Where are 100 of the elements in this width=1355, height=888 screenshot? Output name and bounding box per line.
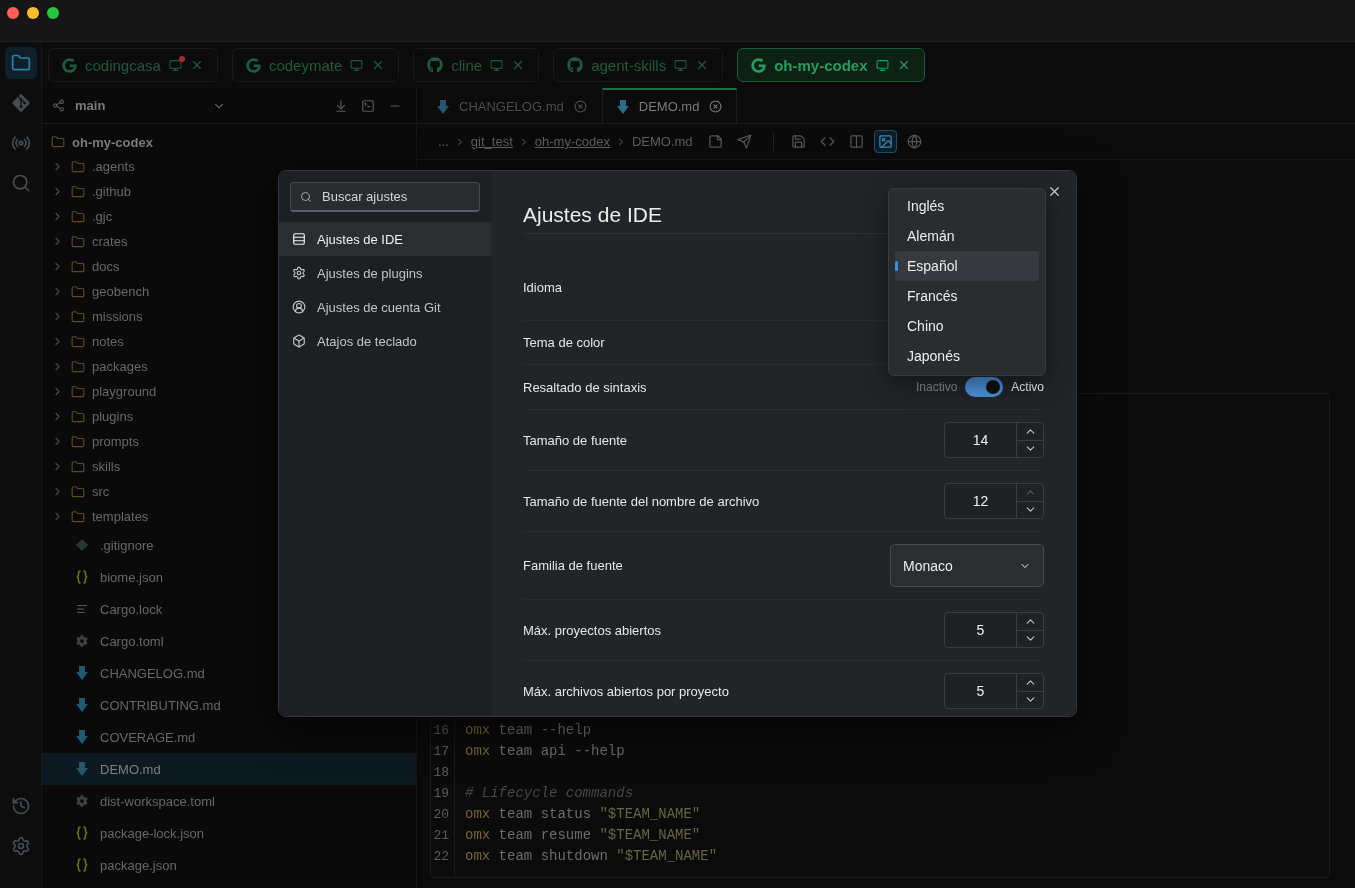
tree-item[interactable]: CHANGELOG.md [42, 657, 416, 689]
diamond-icon [76, 539, 88, 551]
code-line: # Lifecycle commands [465, 784, 635, 803]
breadcrumb-item: ... [438, 134, 449, 149]
preview-button[interactable] [873, 130, 897, 153]
tree-item[interactable]: prompts [42, 429, 416, 454]
settings-nav-item[interactable]: Ajustes de IDE [279, 222, 491, 256]
search-field[interactable]: Buscar ajustes [290, 182, 480, 212]
number-input[interactable]: 5 [945, 674, 1016, 708]
breadcrumb-link[interactable]: oh-my-codex [534, 134, 610, 149]
menu-item[interactable]: Español [895, 251, 1039, 281]
monitor-icon [168, 58, 182, 72]
cube-icon [292, 334, 306, 348]
setting-label: Tamaño de fuente [523, 432, 628, 448]
tree-item[interactable]: Cargo.toml [42, 625, 416, 657]
down-arrow-icon [76, 730, 88, 744]
minimize-window-button[interactable] [27, 7, 39, 19]
send-icon [736, 134, 752, 149]
close-tab-button[interactable] [573, 100, 587, 113]
folder-icon [71, 309, 85, 324]
octocat-icon [427, 57, 444, 73]
g-logo-icon [245, 57, 261, 73]
tree-item[interactable]: COVERAGE.md [42, 721, 416, 753]
setting-label: Máx. archivos abiertos por proyecto [523, 683, 729, 699]
editor-tab[interactable]: DEMO.md [601, 88, 738, 123]
menu-item[interactable]: Chino [895, 311, 1039, 341]
project-tab[interactable]: oh-my-codex [737, 48, 925, 82]
code-line: omx team status "$TEAM_NAME" [465, 805, 702, 824]
globe-icon [906, 134, 922, 149]
breadcrumb-link[interactable]: git_test [470, 134, 513, 149]
code-icon [819, 134, 835, 149]
download-icon[interactable] [334, 98, 348, 113]
line-number: 21 [433, 827, 449, 845]
tree-item[interactable]: Cargo.lock [42, 593, 416, 625]
close-window-button[interactable] [7, 7, 19, 19]
line-number: 19 [433, 785, 449, 803]
tree-item[interactable]: playground [42, 379, 416, 404]
terminal-icon[interactable] [361, 98, 375, 113]
folder-icon [10, 53, 31, 73]
editor-tab[interactable]: CHANGELOG.md [422, 88, 602, 123]
toggle-on-label: Activo [1011, 380, 1044, 394]
project-tab[interactable]: cline [413, 48, 540, 82]
monitor-icon [350, 58, 364, 72]
close-tab-button[interactable] [709, 100, 723, 113]
code-line: omx team resume "$TEAM_NAME" [465, 826, 702, 845]
font-family-select[interactable]: Monaco [890, 544, 1044, 587]
search-icon [10, 173, 31, 193]
project-tab[interactable]: codeymate [231, 48, 400, 82]
tree-item[interactable]: package.json [42, 849, 416, 881]
tree-item[interactable]: skills [42, 454, 416, 479]
syntax-toggle[interactable] [965, 377, 1004, 397]
settings-icon [10, 836, 31, 856]
folder-icon [71, 384, 85, 399]
menu-item[interactable]: Inglés [895, 191, 1039, 221]
tree-item[interactable]: oh-my-codex [42, 130, 416, 154]
down-arrow-icon [616, 99, 629, 114]
line-number: 17 [433, 743, 449, 761]
tree-item[interactable]: CONTRIBUTING.md [42, 689, 416, 721]
breadcrumb-item: DEMO.md [631, 134, 693, 149]
tree-item[interactable]: biome.json [42, 561, 416, 593]
line-number: 18 [433, 764, 449, 782]
explorer-button[interactable] [4, 47, 37, 79]
columns-icon [848, 134, 864, 149]
branch-icon [52, 99, 65, 112]
number-stepper[interactable]: 12 [944, 483, 1044, 519]
tree-item[interactable]: plugins [42, 404, 416, 429]
branch-select[interactable]: main [52, 98, 226, 113]
menu-item[interactable]: Francés [895, 281, 1039, 311]
number-input[interactable]: 12 [945, 484, 1016, 518]
user-circle-icon [292, 300, 306, 314]
number-stepper[interactable]: 5 [944, 612, 1044, 648]
menu-item[interactable]: Japonés [895, 341, 1039, 371]
tree-item[interactable]: src [42, 479, 416, 504]
number-input[interactable]: 5 [945, 613, 1016, 647]
zoom-window-button[interactable] [47, 7, 59, 19]
tree-item[interactable]: .agents [42, 154, 416, 179]
number-input[interactable]: 14 [945, 423, 1016, 457]
tree-item[interactable]: dist-workspace.toml [42, 785, 416, 817]
monitor-icon [490, 58, 504, 72]
folder-icon [71, 484, 85, 499]
number-stepper[interactable]: 14 [944, 422, 1044, 458]
tree-item[interactable]: templates [42, 504, 416, 529]
project-tab[interactable]: agent-skills [553, 48, 724, 82]
monitor-icon [875, 58, 889, 72]
close-button[interactable] [1047, 184, 1062, 199]
number-stepper[interactable]: 5 [944, 673, 1044, 709]
folder-icon [71, 509, 85, 524]
list-icon [292, 232, 306, 246]
lines-icon [76, 603, 88, 615]
folder-icon [71, 184, 85, 199]
menu-item[interactable]: Alemán [895, 221, 1039, 251]
folder-icon [71, 234, 85, 249]
tree-item[interactable]: package-lock.json [42, 817, 416, 849]
project-tab[interactable]: codingcasa [48, 48, 218, 82]
settings-nav-item[interactable]: Ajustes de plugins [279, 256, 491, 290]
settings-nav-item[interactable]: Ajustes de cuenta Git [279, 290, 491, 324]
tree-item[interactable]: .gitignore [42, 529, 416, 561]
line-number: 20 [433, 806, 449, 824]
tree-item[interactable]: DEMO.md [42, 753, 416, 785]
braces-icon [76, 826, 88, 840]
